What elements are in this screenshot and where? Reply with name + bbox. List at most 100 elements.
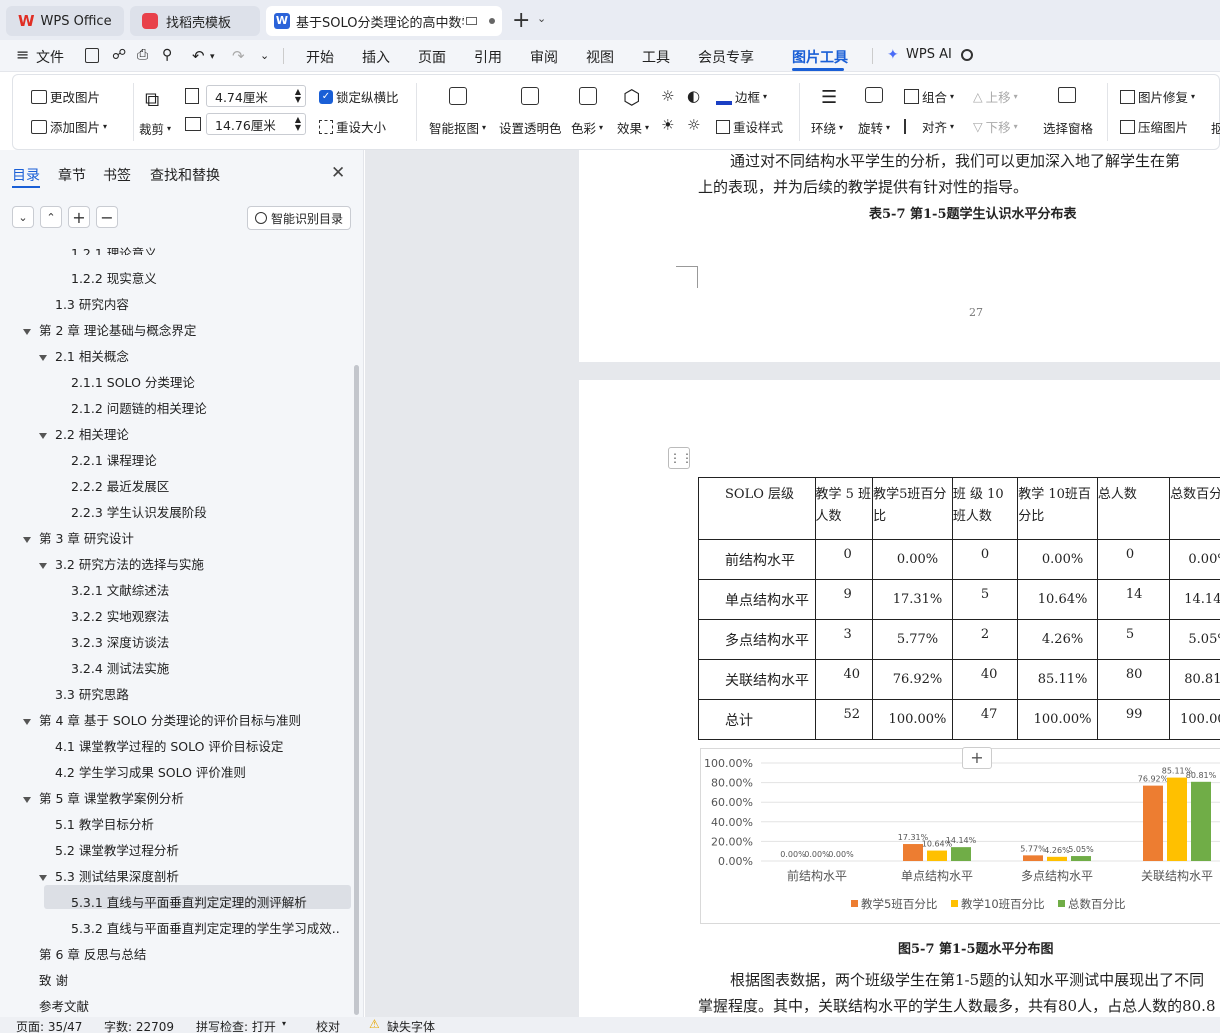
undo-icon[interactable]: ↶	[192, 47, 205, 65]
collapse-all-button[interactable]: ⌄	[12, 206, 34, 228]
brightness-down-icon[interactable]: ☀	[661, 116, 674, 134]
expand-triangle-icon[interactable]	[39, 355, 47, 361]
selection-pane-button[interactable]: 选择窗格	[1043, 118, 1093, 137]
menu-file[interactable]: 文件	[36, 47, 64, 67]
menu-view[interactable]: 视图	[586, 47, 614, 67]
share-icon[interactable]: ☍	[112, 47, 126, 63]
expand-triangle-icon[interactable]	[23, 797, 31, 803]
spin-arrows-icon[interactable]: ▲▼	[295, 88, 301, 104]
toc-item[interactable]: 3.2.1 文献综述法	[71, 580, 169, 599]
menu-review[interactable]: 审阅	[530, 47, 558, 67]
toc-item[interactable]: 2.1.2 问题链的相关理论	[71, 398, 207, 417]
toc-item[interactable]: 参考文献	[39, 996, 89, 1015]
tab-list-chevron-icon[interactable]: ⌄	[537, 12, 546, 25]
chart-frame[interactable]: 0.00%20.00%40.00%60.00%80.00%100.00%0.00…	[700, 748, 1220, 924]
toc-item[interactable]: 2.1 相关概念	[39, 346, 129, 365]
add-picture-button[interactable]: 添加图片▾	[31, 117, 107, 136]
border-button[interactable]: 边框▾	[716, 87, 767, 106]
compress-picture-button[interactable]: 压缩图片	[1120, 117, 1188, 136]
toc-item[interactable]: 第 5 章 课堂教学案例分析	[23, 788, 184, 807]
toc-item[interactable]: 3.2.2 实地观察法	[71, 606, 169, 625]
word-count[interactable]: 字数: 22709	[104, 1018, 174, 1035]
effect-button[interactable]: 效果▾	[617, 118, 649, 137]
color-button[interactable]: 色彩▾	[571, 118, 603, 137]
toc-item[interactable]: 2.1.1 SOLO 分类理论	[71, 372, 195, 391]
chart-add-button[interactable]: +	[962, 747, 992, 769]
toc-item[interactable]: 3.2.3 深度访谈法	[71, 632, 169, 651]
group-button[interactable]: 组合▾	[904, 87, 954, 106]
align-button[interactable]: 对齐▾	[904, 117, 954, 136]
crop-icon[interactable]: ⧉	[145, 87, 159, 111]
menu-wps-ai[interactable]: WPS AI	[906, 47, 952, 62]
width-spinner[interactable]: 14.76厘米▲▼	[206, 113, 306, 135]
pane-scrollbar[interactable]	[354, 365, 359, 1015]
reset-style-button[interactable]: 重设样式	[716, 117, 783, 136]
new-tab-button[interactable]: +	[512, 8, 530, 33]
toc-item[interactable]: 1.2.2 现实意义	[71, 268, 157, 287]
menu-insert[interactable]: 插入	[362, 47, 390, 67]
toc-item[interactable]: 3.2.4 测试法实施	[71, 658, 169, 677]
cutout-extra-button[interactable]: 抠	[1211, 118, 1220, 137]
add-heading-button[interactable]: +	[68, 206, 90, 228]
missing-font-button[interactable]: 缺失字体	[387, 1018, 435, 1035]
toc-item[interactable]: 5.2 课堂教学过程分析	[55, 840, 179, 859]
toc-item[interactable]: 5.1 教学目标分析	[55, 814, 154, 833]
undo-dropdown-icon[interactable]: ▾	[210, 52, 215, 62]
search-icon[interactable]	[961, 49, 973, 61]
toc-item[interactable]: 1.3 研究内容	[55, 294, 129, 313]
panel-tab-find-replace[interactable]: 查找和替换	[150, 165, 220, 185]
expand-up-button[interactable]: ⌃	[40, 206, 62, 228]
toc-item[interactable]: 2.2.3 学生认识发展阶段	[71, 502, 207, 521]
menu-home[interactable]: 开始	[306, 47, 334, 67]
brightness-up-icon[interactable]: ☼	[661, 87, 674, 105]
toc-item[interactable]: 5.3.1 直线与平面垂直判定定理的测评解析	[71, 892, 307, 911]
toc-item[interactable]: 第 6 章 反思与总结	[39, 944, 146, 963]
proofread-button[interactable]: 校对	[316, 1018, 340, 1035]
print-preview-icon[interactable]: ⚲	[162, 47, 172, 63]
toc-item[interactable]: 第 2 章 理论基础与概念界定	[23, 320, 196, 339]
menu-picture-tools[interactable]: 图片工具	[792, 47, 848, 67]
toc-item[interactable]: 2.2.2 最近发展区	[71, 476, 169, 495]
toc-item[interactable]: 3.3 研究思路	[55, 684, 129, 703]
reset-size-button[interactable]: 重设大小	[319, 117, 386, 136]
save-icon[interactable]	[85, 48, 99, 63]
print-icon[interactable]: ⎙	[137, 47, 148, 63]
tab-wps-office[interactable]: W WPS Office	[6, 6, 124, 36]
lock-ratio-checkbox[interactable]: ✓锁定纵横比	[319, 87, 399, 106]
toc-item[interactable]: 5.3 测试结果深度剖析	[39, 866, 179, 885]
height-spinner[interactable]: 4.74厘米▲▼	[206, 85, 306, 107]
toc-item[interactable]: 1.2.1 理论意义	[71, 243, 157, 255]
spell-check-toggle[interactable]: 拼写检查: 打开	[196, 1018, 276, 1035]
toc-item[interactable]: 第 4 章 基于 SOLO 分类理论的评价目标与准则	[23, 710, 301, 729]
tab-templates[interactable]: 找稻壳模板	[130, 6, 260, 36]
panel-tab-toc[interactable]: 目录	[12, 165, 40, 185]
change-picture-button[interactable]: 更改图片	[31, 87, 100, 106]
smart-cutout-button[interactable]: 智能抠图▾	[429, 118, 486, 137]
rotate-button[interactable]: 旋转▾	[858, 118, 890, 137]
toc-item[interactable]: 2.2.1 课程理论	[71, 450, 157, 469]
spin-arrows-icon[interactable]: ▲▼	[295, 116, 301, 132]
expand-triangle-icon[interactable]	[39, 875, 47, 881]
more-chevron-icon[interactable]: ⌄	[260, 49, 269, 62]
panel-tab-bookmark[interactable]: 书签	[103, 165, 131, 185]
toc-item[interactable]: 第 3 章 研究设计	[23, 528, 134, 547]
expand-triangle-icon[interactable]	[23, 329, 31, 335]
crop-button[interactable]: 裁剪▾	[139, 119, 171, 138]
expand-triangle-icon[interactable]	[23, 537, 31, 543]
toc-item[interactable]: 4.2 学生学习成果 SOLO 评价准则	[55, 762, 246, 781]
wrap-button[interactable]: 环绕▾	[811, 118, 843, 137]
contrast-icon[interactable]: ◐	[687, 87, 700, 105]
picture-repair-button[interactable]: 图片修复▾	[1120, 87, 1195, 106]
toc-item[interactable]: 2.2 相关理论	[39, 424, 129, 443]
menu-page[interactable]: 页面	[418, 47, 446, 67]
expand-triangle-icon[interactable]	[39, 433, 47, 439]
remove-heading-button[interactable]: −	[96, 206, 118, 228]
close-icon[interactable]: ✕	[331, 163, 345, 183]
panel-tab-chapter[interactable]: 章节	[58, 165, 86, 185]
toc-item[interactable]: 4.1 课堂教学过程的 SOLO 评价目标设定	[55, 736, 283, 755]
toc-item[interactable]: 5.3.2 直线与平面垂直判定定理的学生学习成效...	[71, 918, 341, 940]
send-backward-button[interactable]: ▽下移▾	[973, 117, 1018, 136]
expand-triangle-icon[interactable]	[23, 719, 31, 725]
redo-icon[interactable]: ↷	[232, 47, 245, 65]
hamburger-icon[interactable]: ≡	[16, 45, 29, 64]
